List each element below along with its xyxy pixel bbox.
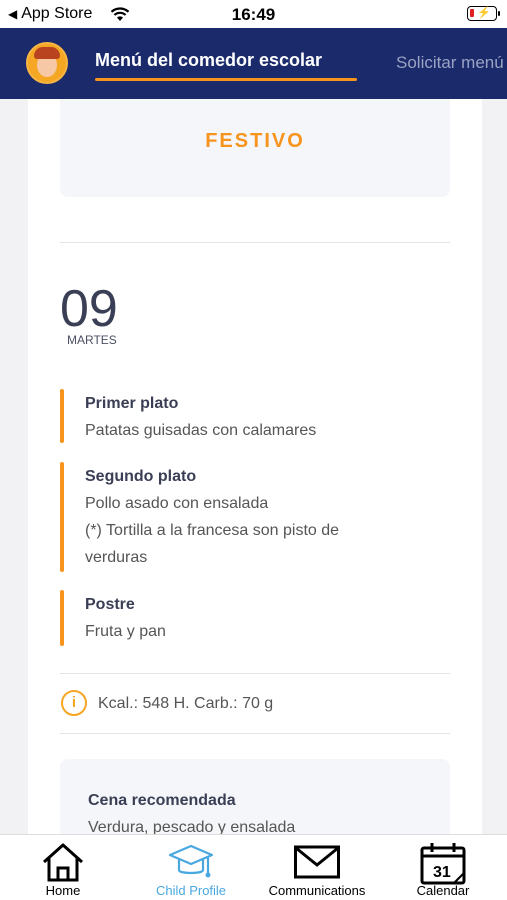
recommended-dinner: Cena recomendada Verdura, pescado y ensa… [60,759,450,834]
status-time: 16:49 [231,5,276,24]
envelope-icon [294,845,340,879]
graduation-cap-icon [168,844,214,878]
divider [60,673,450,674]
course-dish: Pollo asado con ensalada [85,495,269,512]
course-title: Postre [85,596,135,613]
menu-card: FESTIVO 09 MARTES Primer plato Patatas g… [28,99,482,834]
divider [60,733,450,734]
course-dish: verduras [85,549,148,566]
day-name: MARTES [67,333,117,347]
course-title: Primer plato [85,395,179,412]
tab-home[interactable]: Home [20,835,106,900]
tab-child-profile[interactable]: Child Profile [141,835,241,900]
holiday-label: FESTIVO [205,130,305,152]
active-tab-underline [95,78,357,81]
tab-label: Communications [268,883,366,898]
tab-school-menu[interactable]: Menú del comedor escolar [95,50,322,71]
course-title: Segundo plato [85,468,197,485]
course-dish: Fruta y pan [85,623,166,640]
home-icon [42,843,84,882]
child-avatar[interactable] [26,42,68,84]
bottom-tab-bar: Home Child Profile Communications 31 Cal… [0,834,507,900]
tab-calendar[interactable]: 31 Calendar [405,835,481,900]
course-dish: Patatas guisadas con calamares [85,422,317,439]
course-dish: (*) Tortilla a la francesa son pisto de [85,522,340,539]
tab-request-menu[interactable]: Solicitar menú [396,53,504,73]
app-header: Menú del comedor escolar Solicitar menú [0,28,507,99]
tab-label: Home [45,883,81,898]
course-accent-bar [60,590,64,646]
status-bar: ◀ App Store 16:49 ⚡ [0,0,507,28]
dinner-text: Verdura, pescado y ensalada [88,819,296,834]
nutrition-info: Kcal.: 548 H. Carb.: 70 g [98,695,274,712]
dinner-title: Cena recomendada [88,792,236,809]
tab-label: Calendar [416,883,470,898]
battery-icon: ⚡ [467,6,500,21]
calendar-icon: 31 [420,843,466,885]
tab-communications[interactable]: Communications [258,835,376,900]
course-accent-bar [60,389,64,443]
day-number: 09 [60,280,118,338]
tab-label: Child Profile [155,883,227,898]
calendar-day: 31 [433,864,451,881]
holiday-box: FESTIVO [60,99,450,197]
divider [60,242,450,243]
info-icon: i [61,690,87,716]
course-accent-bar [60,462,64,572]
